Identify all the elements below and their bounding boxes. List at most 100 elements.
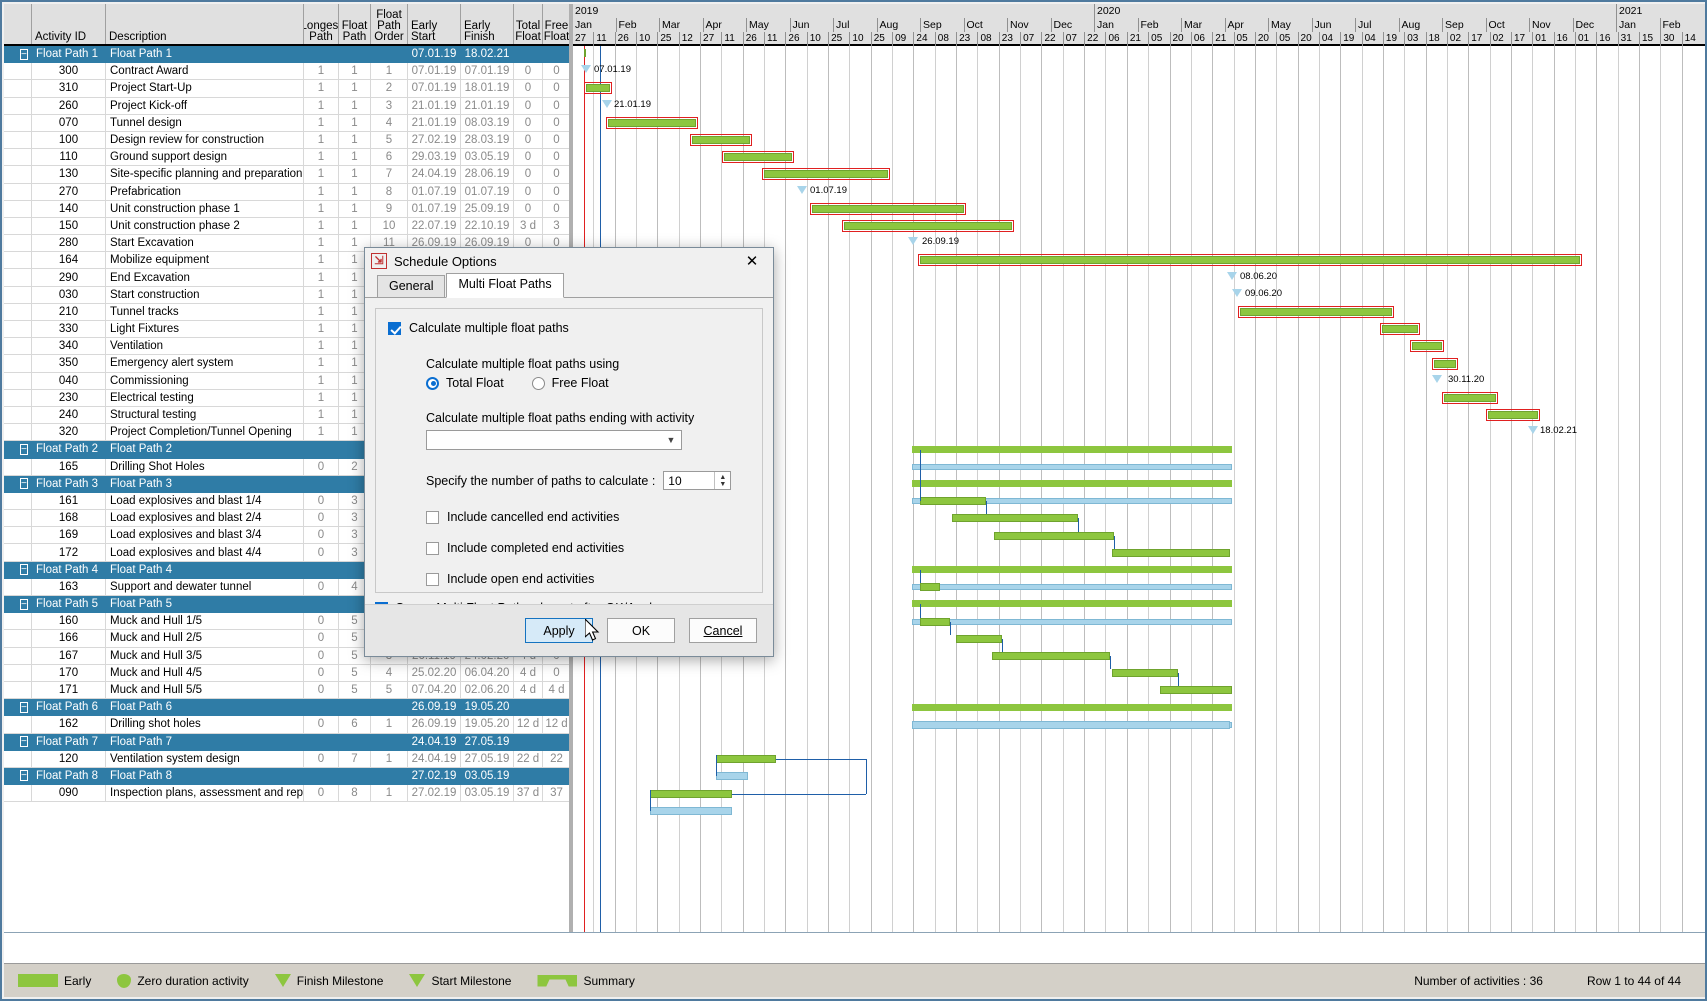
gantt-bar[interactable] (1160, 686, 1232, 695)
collapse-icon[interactable]: − (20, 736, 28, 748)
table-row[interactable]: 310 Project Start-Up 1 1 2 07.01.19 18.01.19 0 0 (4, 80, 571, 98)
collapse-icon[interactable]: − (20, 478, 28, 490)
ok-button[interactable]: OK (607, 618, 675, 643)
gantt-bar[interactable] (650, 806, 732, 815)
table-row[interactable]: 171 Muck and Hull 5/5 0 5 5 07.04.20 02.06.20 4… (4, 681, 571, 700)
radio-free-float-row[interactable]: Free Float (531, 376, 609, 390)
gantt-bar[interactable] (650, 789, 732, 798)
ending-activity-combobox[interactable]: ▼ (426, 430, 682, 450)
dialog-tabstrip[interactable]: General Multi Float Paths (365, 273, 773, 298)
row-expander-cell[interactable]: − (4, 767, 32, 785)
table-group-row[interactable]: − Float Path 7 Float Path 7 24.04.19 27.05.1… (4, 733, 571, 751)
dialog-titlebar[interactable]: ⇲ Schedule Options ✕ (365, 248, 773, 274)
table-row[interactable]: 140 Unit construction phase 1 1 1 9 01.07.19 2… (4, 200, 571, 218)
apply-button[interactable]: Apply (525, 618, 593, 643)
gantt-bar[interactable] (920, 617, 950, 626)
column-header-lp[interactable]: Longest Path (304, 4, 339, 44)
row-expander-cell[interactable]: − (4, 596, 32, 613)
total-float-radio[interactable] (426, 376, 439, 390)
include-completed-row[interactable]: Include completed end activities (426, 541, 750, 555)
start-milestone-marker[interactable] (602, 99, 612, 108)
column-header-fp[interactable]: Float Path (339, 4, 371, 44)
gantt-bar[interactable] (716, 772, 748, 781)
close-icon[interactable]: ✕ (737, 249, 767, 273)
row-expander-cell[interactable]: − (4, 475, 32, 492)
gantt-bar[interactable] (956, 634, 1002, 643)
table-row[interactable]: 270 Prefabrication 1 1 8 01.07.19 01.07.19 0 0 (4, 183, 571, 201)
gantt-bar[interactable] (584, 49, 586, 57)
schedule-options-dialog[interactable]: ⇲ Schedule Options ✕ General Multi Float… (364, 247, 774, 657)
table-row[interactable]: 300 Contract Award 1 1 1 07.01.19 07.01.19 0 0 (4, 63, 571, 81)
table-row[interactable]: 150 Unit construction phase 2 1 1 10 22.07.19… (4, 217, 571, 236)
start-milestone-marker[interactable] (908, 237, 918, 246)
column-header-ef[interactable]: Early Finish (461, 4, 514, 44)
row-expander-cell[interactable]: − (4, 441, 32, 458)
table-row[interactable]: 090 Inspection plans, assessment and repo… (4, 785, 571, 803)
collapse-icon[interactable]: − (20, 443, 28, 455)
gantt-bar[interactable] (912, 703, 1232, 711)
gantt-bar[interactable] (920, 583, 940, 592)
gantt-bar[interactable] (912, 445, 1232, 453)
start-milestone-marker[interactable] (581, 65, 591, 74)
column-header-desc[interactable]: Description (106, 4, 304, 44)
include-cancelled-checkbox[interactable] (426, 510, 439, 524)
table-group-row[interactable]: − Float Path 8 Float Path 8 27.02.19 03.05.1… (4, 767, 571, 786)
row-expander-cell[interactable]: − (4, 733, 32, 750)
gantt-bar[interactable] (912, 480, 1232, 487)
start-milestone-marker[interactable] (797, 185, 807, 194)
collapse-icon[interactable]: − (20, 701, 28, 713)
start-milestone-marker[interactable] (1227, 271, 1237, 280)
gantt-bar[interactable] (992, 652, 1110, 660)
gantt-bar[interactable] (912, 600, 1232, 608)
tab-multi-float-paths[interactable]: Multi Float Paths (446, 273, 564, 298)
start-milestone-marker[interactable] (1232, 288, 1242, 297)
tab-general[interactable]: General (377, 275, 446, 297)
cancel-button[interactable]: Cancel (689, 618, 757, 643)
gantt-bar[interactable] (912, 720, 1230, 729)
include-cancelled-row[interactable]: Include cancelled end activities (426, 510, 750, 524)
include-open-end-row[interactable]: Include open end activities (426, 572, 750, 586)
column-header-id[interactable]: Activity ID (32, 4, 106, 44)
start-milestone-marker[interactable] (1432, 374, 1442, 383)
row-expander-cell[interactable]: − (4, 561, 32, 578)
table-row[interactable]: 070 Tunnel design 1 1 4 21.01.19 08.03.19 0 0 (4, 114, 571, 132)
chevron-down-icon[interactable]: ▼ (661, 431, 681, 449)
gantt-bar[interactable] (1112, 548, 1230, 557)
gantt-bar[interactable] (912, 566, 1232, 573)
table-row[interactable]: 120 Ventilation system design 0 7 1 24.04.19 2… (4, 750, 571, 768)
gantt-bar[interactable] (912, 584, 1232, 591)
start-milestone-marker[interactable] (1528, 426, 1538, 435)
column-header-es[interactable]: Early Start (408, 4, 461, 44)
gantt-bar[interactable] (1112, 669, 1178, 678)
table-group-row[interactable]: − Float Path 6 Float Path 6 26.09.19 19.05.2… (4, 699, 571, 717)
free-float-radio[interactable] (531, 376, 545, 390)
table-row[interactable]: 162 Drilling shot holes 0 6 1 26.09.19 19.05.2… (4, 716, 571, 734)
column-header-tf[interactable]: Total Float (514, 4, 543, 44)
collapse-icon[interactable]: − (20, 598, 28, 610)
gantt-bar[interactable] (716, 755, 776, 764)
table-row[interactable]: 110 Ground support design 1 1 6 29.03.19 03.05… (4, 149, 571, 167)
table-row[interactable]: 260 Project Kick-off 1 1 3 21.01.19 21.01.19 0 0 (4, 97, 571, 115)
spinner-arrows-icon[interactable]: ▲ ▼ (714, 472, 730, 489)
include-open-end-checkbox[interactable] (426, 572, 439, 586)
collapse-icon[interactable]: − (20, 48, 28, 60)
table-row[interactable]: 170 Muck and Hull 4/5 0 5 4 25.02.20 06.04.20 4… (4, 664, 571, 682)
gantt-bar[interactable] (952, 514, 1078, 523)
collapse-icon[interactable]: − (20, 770, 28, 782)
gantt-bar[interactable] (994, 531, 1114, 540)
include-completed-checkbox[interactable] (426, 541, 439, 555)
gantt-bar[interactable] (920, 497, 986, 506)
calculate-multiple-float-paths-checkbox[interactable] (388, 321, 401, 335)
paths-count-spinner[interactable]: 10 ▲ ▼ (663, 471, 732, 490)
calculate-multiple-float-paths-row[interactable]: Calculate multiple float paths (388, 321, 750, 335)
radio-total-float-row[interactable]: Total Float (426, 376, 504, 390)
gantt-bar[interactable] (912, 463, 1232, 470)
row-expander-cell[interactable]: − (4, 46, 32, 63)
column-header-ff[interactable]: Free Float (543, 4, 571, 44)
table-row[interactable]: 130 Site-specific planning and preparatio… (4, 166, 571, 184)
column-header-fpo[interactable]: Float Path Order (371, 4, 408, 44)
row-expander-cell[interactable]: − (4, 699, 32, 716)
gantt-bar[interactable] (912, 618, 1232, 625)
table-row[interactable]: 100 Design review for construction 1 1 5 27.0… (4, 131, 571, 150)
table-group-row[interactable]: − Float Path 1 Float Path 1 07.01.19 18.02.2… (4, 46, 571, 64)
